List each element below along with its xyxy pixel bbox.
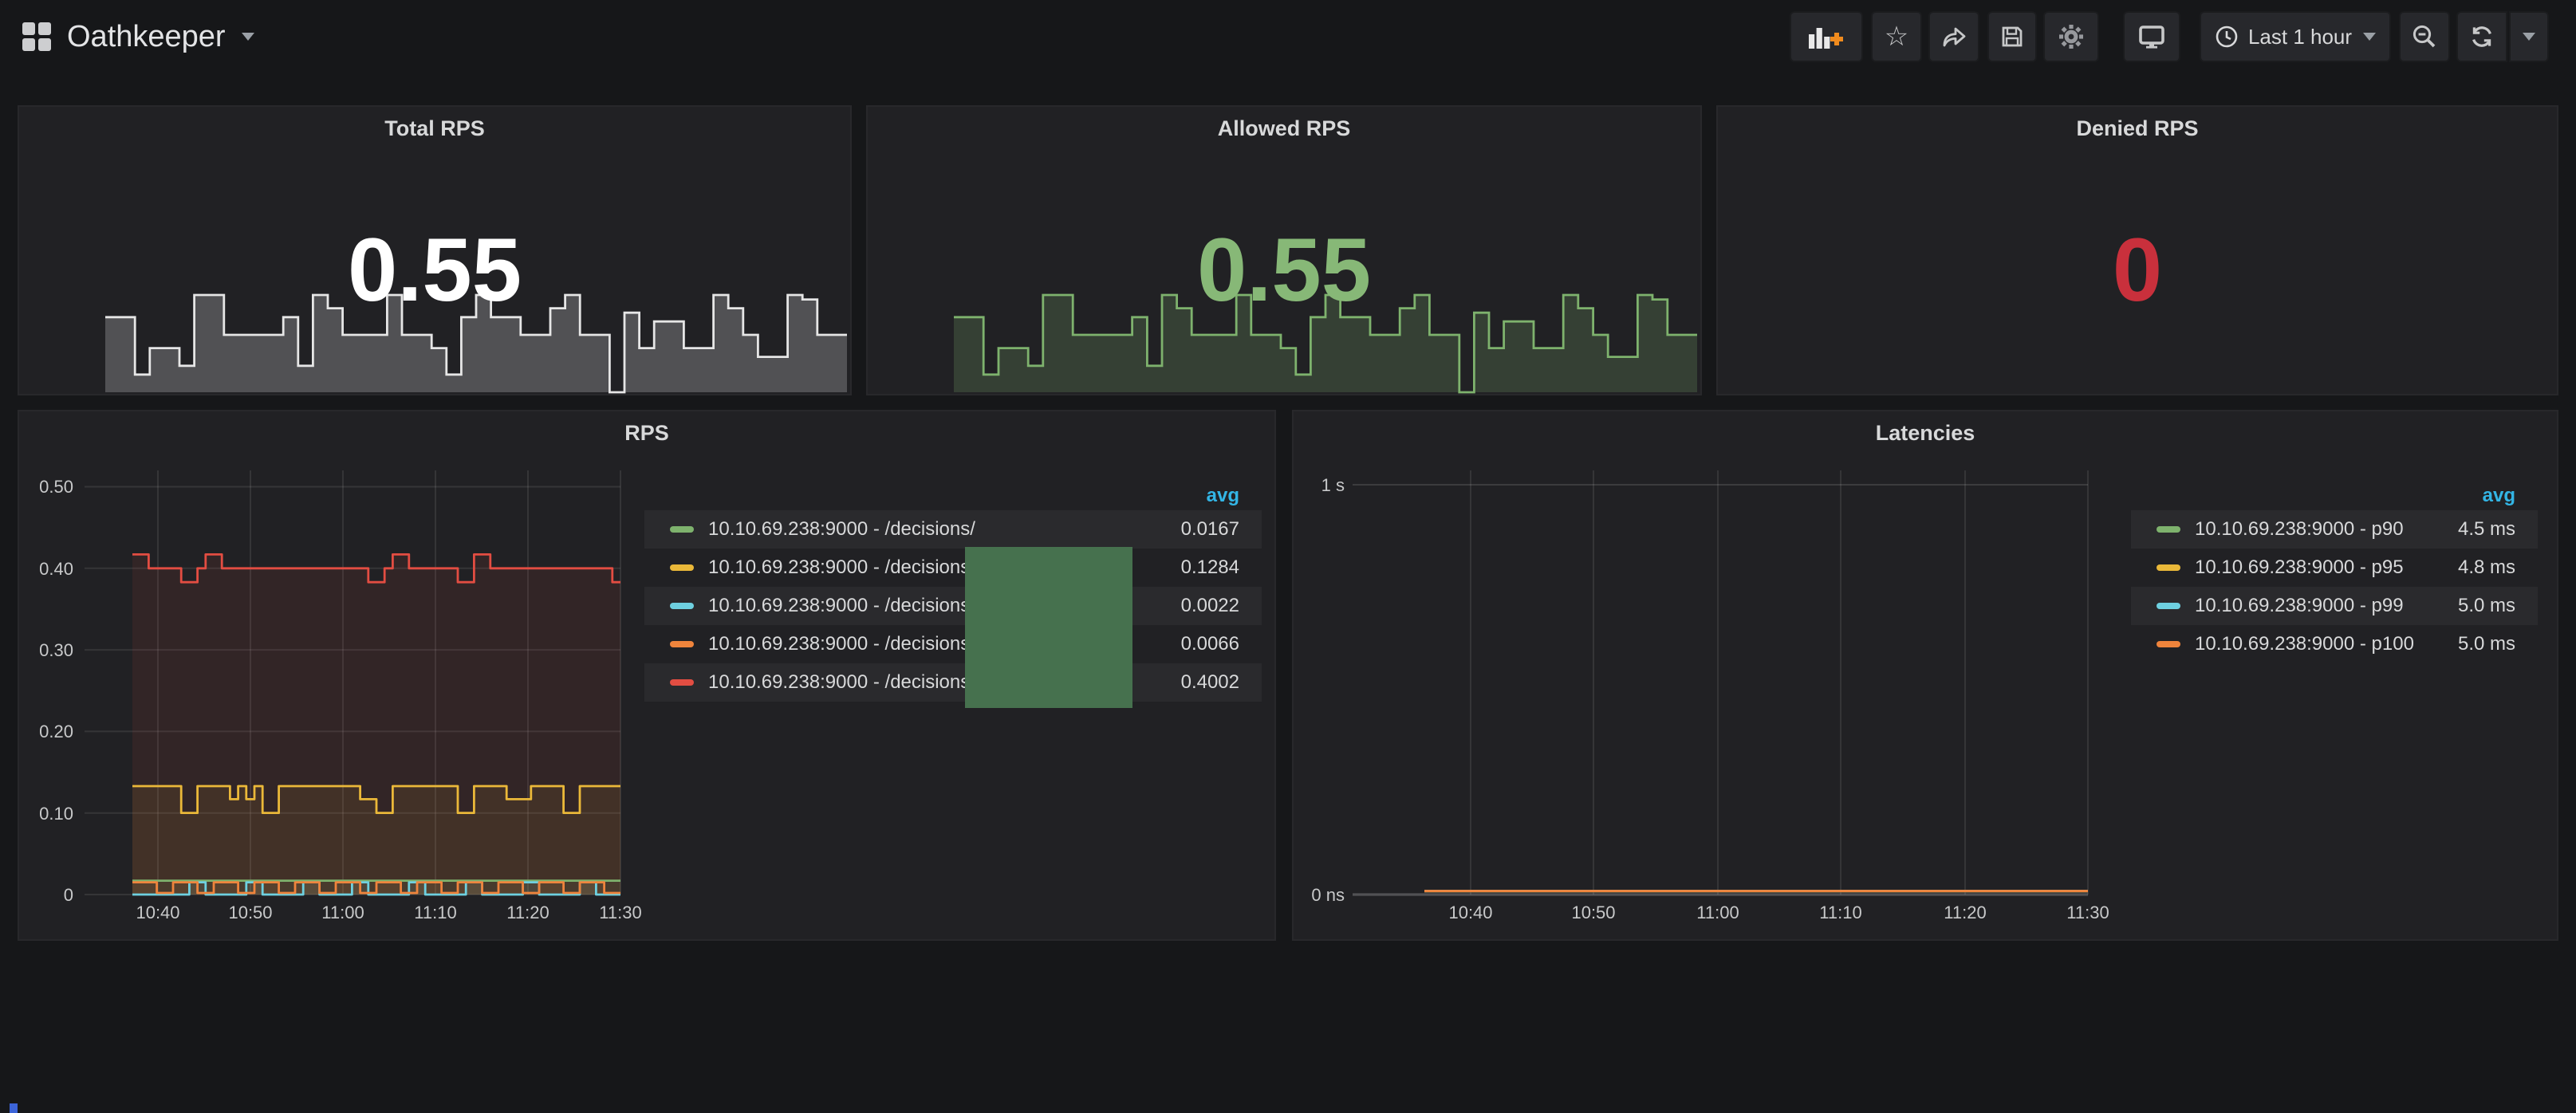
clock-icon [2215,25,2239,49]
panel-title-latencies[interactable]: Latencies [1294,421,2557,446]
rps-x-tick: 11:00 [303,903,383,923]
legend-row: 10.10.69.238:9000 - /decisions/0.0022 [644,587,1262,625]
rps-x-tick: 10:50 [211,903,290,923]
zoom-out-button[interactable] [2399,11,2450,62]
add-panel-button[interactable] [1790,11,1863,62]
legend-row: 10.10.69.238:9000 - p95 4.8 ms [2131,549,2538,587]
latencies-x-tick: 10:50 [1554,903,1633,923]
legend-avg-value: 4.5 ms [2458,518,2538,541]
latencies-x-tick: 10:40 [1431,903,1511,923]
legend-series-label[interactable]: 10.10.69.238:9000 - /decisions/ [708,556,975,579]
share-icon [1940,24,1967,49]
legend-series-label[interactable]: 10.10.69.238:9000 - /decisions/ [708,633,975,655]
legend-row: 10.10.69.238:9000 - /decisions/0.4002 [644,663,1262,702]
green-overlay-artifact [965,547,1132,708]
legend-avg-header[interactable]: avg [644,482,1262,510]
latencies-y-tick: 0 ns [1294,885,1345,906]
panel-denied-rps: Denied RPS 0 [1716,105,2558,395]
legend-series-label[interactable]: 10.10.69.238:9000 - p100 [2195,633,2414,655]
time-range-caret-icon [2363,33,2376,41]
share-button[interactable] [1928,11,1979,62]
legend-avg-header[interactable]: avg [2131,482,2538,510]
star-icon: ☆ [1885,23,1908,50]
star-button[interactable]: ☆ [1871,11,1922,62]
allowed-rps-value: 0.55 [868,218,1700,321]
refresh-button[interactable] [2456,11,2507,62]
legend-avg-value: 0.4002 [1181,671,1262,694]
legend-swatch[interactable] [670,641,694,647]
refresh-icon [2469,24,2495,49]
add-panel-icon [1807,23,1845,50]
cycle-view-mode-button[interactable] [2123,11,2180,62]
legend-swatch[interactable] [2157,564,2180,571]
time-range-picker[interactable]: Last 1 hour [2200,11,2391,62]
legend-swatch[interactable] [670,603,694,609]
legend-row: 10.10.69.238:9000 - p100 5.0 ms [2131,625,2538,663]
legend-swatch[interactable] [2157,603,2180,609]
legend-avg-value: 4.8 ms [2458,556,2538,579]
navbar: Oathkeeper ☆ [0,0,2576,73]
legend-series-label[interactable]: 10.10.69.238:9000 - /decisions/ [708,671,975,694]
latencies-y-tick: 1 s [1294,475,1345,496]
save-icon [1999,24,2025,49]
rps-y-tick: 0 [19,885,73,906]
rps-y-tick: 0.20 [19,722,73,742]
legend-series-label[interactable]: 10.10.69.238:9000 - p95 [2195,556,2404,579]
legend-swatch[interactable] [2157,641,2180,647]
rps-legend: avg10.10.69.238:9000 - /decisions/0.0167… [644,482,1262,702]
rps-y-tick: 0.50 [19,477,73,498]
zoom-out-icon [2411,23,2438,50]
legend-avg-value: 0.1284 [1181,556,1262,579]
legend-swatch[interactable] [670,526,694,533]
legend-row: 10.10.69.238:9000 - /decisions/0.0167 [644,510,1262,549]
rps-y-tick: 0.10 [19,804,73,824]
grafana-dashboard: Oathkeeper ☆ [0,0,2576,1113]
legend-series-label[interactable]: 10.10.69.238:9000 - p90 [2195,518,2404,541]
rps-y-tick: 0.30 [19,640,73,661]
rps-y-tick: 0.40 [19,559,73,580]
latencies-x-tick: 11:20 [1925,903,2005,923]
panel-title-rps[interactable]: RPS [19,421,1274,446]
refresh-interval-caret-icon [2523,33,2535,41]
latencies-legend: avg10.10.69.238:9000 - p904.5 ms10.10.69… [2131,482,2538,663]
legend-row: 10.10.69.238:9000 - /decisions/0.1284 [644,549,1262,587]
legend-swatch[interactable] [2157,526,2180,533]
panel-latencies-graph: Latencies avg 10.10.69.238:9000 - p90 4.5 … [1292,410,2558,941]
toolbar: ☆ [0,11,2576,62]
panel-title-total-rps[interactable]: Total RPS [19,116,850,141]
legend-row: 10.10.69.238:9000 - p90 4.5 ms [2131,510,2538,549]
legend-series-label[interactable]: 10.10.69.238:9000 - /decisions/ [708,518,975,541]
legend-avg-value: 0.0167 [1181,518,1262,541]
legend-swatch[interactable] [670,679,694,686]
legend-avg-value: 5.0 ms [2458,633,2538,655]
settings-button[interactable] [2043,11,2099,62]
legend-series-label[interactable]: 10.10.69.238:9000 - p99 [2195,595,2404,617]
bottom-left-blue-fragment [10,1103,18,1113]
latencies-x-tick: 11:00 [1678,903,1758,923]
latencies-x-tick: 11:10 [1801,903,1881,923]
gear-icon [2057,22,2086,51]
rps-x-tick: 11:30 [581,903,660,923]
legend-avg-value: 0.0022 [1181,595,1262,617]
legend-avg-value: 0.0066 [1181,633,1262,655]
legend-row: 10.10.69.238:9000 - /decisions/0.0066 [644,625,1262,663]
monitor-icon [2137,23,2166,50]
legend-series-label[interactable]: 10.10.69.238:9000 - /decisions/ [708,595,975,617]
latencies-x-tick: 11:30 [2048,903,2128,923]
rps-x-tick: 10:40 [118,903,198,923]
legend-row: 10.10.69.238:9000 - p99 5.0 ms [2131,587,2538,625]
panel-title-allowed-rps[interactable]: Allowed RPS [868,116,1700,141]
panel-total-rps: Total RPS 0.55 [18,105,852,395]
denied-rps-value: 0 [1718,218,2557,321]
refresh-interval-button[interactable] [2509,11,2549,62]
legend-avg-value: 5.0 ms [2458,595,2538,617]
rps-x-tick: 11:20 [488,903,568,923]
time-range-label: Last 1 hour [2248,25,2352,49]
panel-title-denied-rps[interactable]: Denied RPS [1718,116,2557,141]
legend-swatch[interactable] [670,564,694,571]
save-button[interactable] [1987,11,2037,62]
panel-allowed-rps: Allowed RPS 0.55 [866,105,1702,395]
total-rps-value: 0.55 [19,218,850,321]
rps-x-tick: 11:10 [396,903,475,923]
